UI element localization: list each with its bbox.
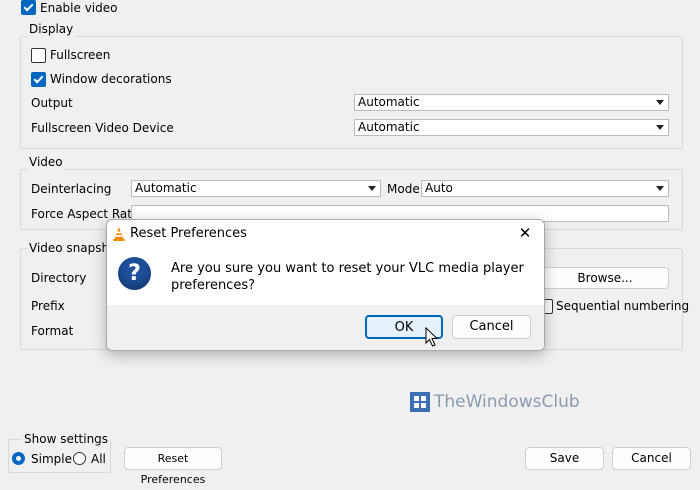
deinterlacing-select-value: Automatic <box>135 181 197 195</box>
chevron-down-icon <box>656 186 664 191</box>
dialog-cancel-button[interactable]: Cancel <box>452 315 531 339</box>
chevron-down-icon <box>656 100 664 105</box>
reset-preferences-dialog: Reset Preferences ✕ ? Are you sure you w… <box>106 219 545 351</box>
directory-label: Directory <box>31 271 87 285</box>
close-icon[interactable]: ✕ <box>513 223 537 243</box>
browse-button[interactable]: Browse... <box>541 267 669 289</box>
fullscreen-device-select-value: Automatic <box>358 120 420 134</box>
enable-video-label: Enable video <box>40 1 118 15</box>
dialog-title: Reset Preferences <box>130 226 247 241</box>
output-label: Output <box>31 96 73 110</box>
dialog-message-line-1: Are you sure you want to reset your VLC … <box>171 261 524 276</box>
mode-label: Mode <box>387 182 420 196</box>
mode-select[interactable]: Auto <box>421 180 669 197</box>
windows-logo-icon <box>410 392 430 412</box>
dialog-footer: OK Cancel <box>107 305 544 350</box>
fullscreen-label: Fullscreen <box>50 48 111 62</box>
fullscreen-device-select[interactable]: Automatic <box>354 119 669 136</box>
window-decorations-label: Window decorations <box>50 72 172 86</box>
simple-radio-label: Simple <box>31 452 72 466</box>
format-label: Format <box>31 324 74 338</box>
show-settings-label: Show settings <box>22 431 111 447</box>
chevron-down-icon <box>656 125 664 130</box>
window-decorations-checkbox[interactable] <box>31 72 46 87</box>
mouse-pointer-icon <box>425 327 439 347</box>
mode-select-value: Auto <box>425 181 453 195</box>
fullscreen-checkbox[interactable] <box>31 48 46 63</box>
deinterlacing-label: Deinterlacing <box>31 182 112 196</box>
prefix-label: Prefix <box>31 299 65 313</box>
fullscreen-device-label: Fullscreen Video Device <box>31 121 174 135</box>
watermark-text: TheWindowsClub <box>434 392 580 412</box>
simple-radio[interactable] <box>12 452 25 465</box>
dialog-message-line-2: preferences? <box>171 278 255 293</box>
all-radio[interactable] <box>73 452 86 465</box>
dialog-message: Are you sure you want to reset your VLC … <box>171 260 524 294</box>
cancel-button[interactable]: Cancel <box>612 447 691 470</box>
question-icon-glyph: ? <box>128 261 141 286</box>
video-group-title: Video <box>27 154 65 170</box>
output-select-value: Automatic <box>358 95 420 109</box>
reset-preferences-button[interactable]: Reset Preferences <box>124 447 222 486</box>
all-radio-label: All <box>91 452 106 466</box>
display-group-title: Display <box>27 21 76 37</box>
output-select[interactable]: Automatic <box>354 94 669 111</box>
question-icon: ? <box>118 257 151 290</box>
vlc-cone-icon <box>113 227 125 241</box>
chevron-down-icon <box>368 186 376 191</box>
sequential-numbering-label: Sequential numbering <box>556 299 690 313</box>
enable-video-checkbox[interactable] <box>21 0 36 15</box>
deinterlacing-select[interactable]: Automatic <box>131 180 381 197</box>
save-button[interactable]: Save <box>525 447 604 470</box>
